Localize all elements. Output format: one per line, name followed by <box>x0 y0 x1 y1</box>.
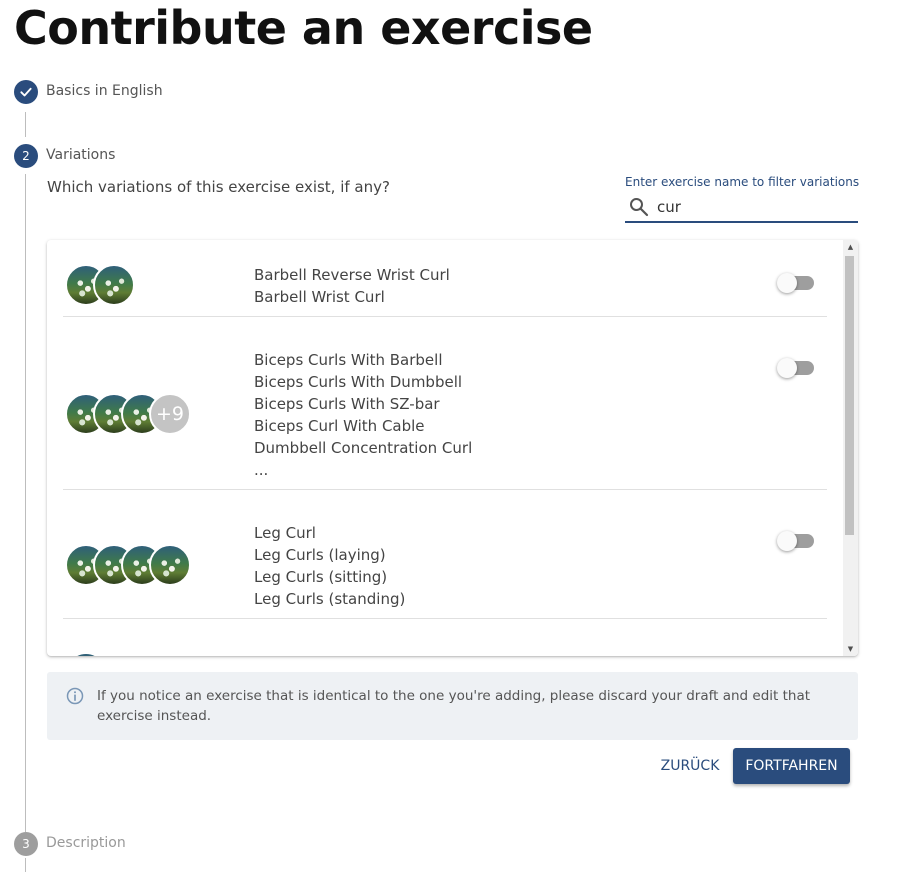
variation-names: Barbell Reverse Wrist Curl Barbell Wrist… <box>254 264 450 308</box>
variation-name: Biceps Curls With Dumbbell <box>254 373 463 391</box>
exercise-avatar <box>65 652 107 656</box>
scroll-down-arrow-icon[interactable]: ▼ <box>843 642 858 656</box>
variation-toggle[interactable] <box>777 530 815 551</box>
search-label: Enter exercise name to filter variations <box>625 175 860 189</box>
step-2-number: 2 <box>14 144 38 168</box>
toggle-thumb <box>777 273 797 293</box>
variation-names: Leg Curl Leg Curls (laying) Leg Curls (s… <box>254 522 405 610</box>
variation-group[interactable]: Leg Curl Leg Curls (laying) Leg Curls (s… <box>63 490 827 619</box>
search-input[interactable] <box>657 198 847 216</box>
avatar-stack-partial <box>65 652 107 656</box>
exercise-avatar <box>93 264 135 306</box>
variation-name: Leg Curls (standing) <box>254 590 406 608</box>
scrollbar-thumb[interactable] <box>845 256 854 535</box>
step-connector <box>25 112 26 137</box>
variation-name: Biceps Curl With Cable <box>254 417 425 435</box>
checkmark-icon <box>20 87 32 97</box>
variation-name: Leg Curls (sitting) <box>254 568 388 586</box>
variation-group[interactable]: Barbell Reverse Wrist Curl Barbell Wrist… <box>63 240 827 317</box>
step-1-label[interactable]: Basics in English <box>46 83 163 99</box>
exercise-avatar <box>149 544 191 586</box>
variation-name: Barbell Wrist Curl <box>254 288 385 306</box>
variation-name: Leg Curl <box>254 524 316 542</box>
avatar-stack: +9 <box>65 393 191 435</box>
alert-message: If you notice an exercise that is identi… <box>97 688 811 724</box>
variation-name: Biceps Curls With SZ-bar <box>254 395 440 413</box>
variation-names: Biceps Curls With Barbell Biceps Curls W… <box>254 349 472 481</box>
variation-toggle[interactable] <box>777 272 815 293</box>
variations-list-content[interactable]: Barbell Reverse Wrist Curl Barbell Wrist… <box>47 240 843 656</box>
step-connector <box>25 822 26 832</box>
variation-name: Leg Curls (laying) <box>254 546 386 564</box>
variations-list: Barbell Reverse Wrist Curl Barbell Wrist… <box>47 240 858 656</box>
toggle-thumb <box>777 531 797 551</box>
variation-group[interactable]: +9 Biceps Curls With Barbell Biceps Curl… <box>63 317 827 490</box>
step-1-complete-icon <box>14 80 38 104</box>
variation-name: Barbell Reverse Wrist Curl <box>254 266 450 284</box>
avatar-stack <box>65 264 135 306</box>
variation-name-ellipsis: ... <box>254 461 269 479</box>
variation-name: Dumbbell Concentration Curl <box>254 439 473 457</box>
step-2-label: Variations <box>46 147 116 163</box>
step-content-line <box>25 174 26 822</box>
step-connector <box>25 858 26 872</box>
more-avatars-count: +9 <box>149 393 191 435</box>
variations-question: Which variations of this exercise exist,… <box>47 178 390 196</box>
back-button[interactable]: ZURÜCK <box>652 748 728 784</box>
variation-toggle[interactable] <box>777 357 815 378</box>
list-scrollbar[interactable]: ▲ ▼ <box>843 240 858 656</box>
variation-name: Biceps Curls With Barbell <box>254 351 443 369</box>
page-title: Contribute an exercise <box>14 1 593 55</box>
step-3-number: 3 <box>14 832 38 856</box>
step-3-label: Description <box>46 835 126 851</box>
search-field[interactable] <box>625 193 858 223</box>
avatar-stack <box>65 544 191 586</box>
continue-button[interactable]: FORTFAHREN <box>733 748 850 784</box>
search-icon <box>630 198 649 217</box>
scroll-up-arrow-icon[interactable]: ▲ <box>843 240 858 254</box>
info-alert: If you notice an exercise that is identi… <box>47 672 858 740</box>
info-icon <box>66 687 84 705</box>
toggle-thumb <box>777 358 797 378</box>
